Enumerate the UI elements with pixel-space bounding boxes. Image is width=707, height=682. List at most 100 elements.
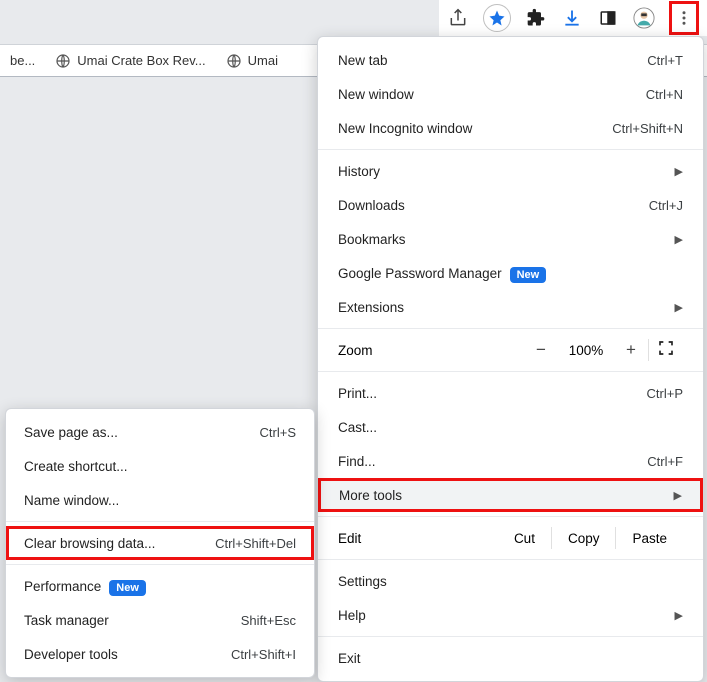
bookmark-item-3[interactable]: Umai xyxy=(216,53,288,69)
bookmark-item-label: be... xyxy=(10,53,35,68)
menu-separator xyxy=(318,516,703,517)
menu-separator xyxy=(318,559,703,560)
copy-button[interactable]: Copy xyxy=(552,531,616,546)
menu-label: Bookmarks xyxy=(338,232,667,247)
menu-shortcut: Ctrl+Shift+N xyxy=(612,121,683,136)
menu-label: Google Password ManagerNew xyxy=(338,266,683,281)
menu-label: Print... xyxy=(338,386,647,401)
zoom-label: Zoom xyxy=(338,343,524,358)
menu-label: History xyxy=(338,164,667,179)
menu-downloads[interactable]: DownloadsCtrl+J xyxy=(318,188,703,222)
profile-avatar-icon[interactable] xyxy=(633,7,655,29)
menu-label: Task manager xyxy=(24,613,241,628)
menu-label: Find... xyxy=(338,454,647,469)
zoom-in-button[interactable]: + xyxy=(614,340,648,360)
menu-history[interactable]: History ▶ xyxy=(318,154,703,188)
more-icon[interactable] xyxy=(673,7,695,29)
fullscreen-button[interactable] xyxy=(649,340,683,361)
menu-label: New window xyxy=(338,87,646,102)
menu-separator xyxy=(318,149,703,150)
menu-label: New tab xyxy=(338,53,647,68)
new-badge: New xyxy=(109,580,146,596)
submenu-create-shortcut[interactable]: Create shortcut... xyxy=(6,449,314,483)
menu-label: Cast... xyxy=(338,420,683,435)
submenu-arrow-icon: ▶ xyxy=(675,301,683,314)
menu-shortcut: Ctrl+N xyxy=(646,87,683,102)
zoom-value: 100% xyxy=(558,343,614,358)
menu-shortcut: Ctrl+F xyxy=(647,454,683,469)
menu-shortcut: Ctrl+S xyxy=(260,425,296,440)
menu-label: Help xyxy=(338,608,667,623)
menu-shortcut: Ctrl+Shift+Del xyxy=(215,536,296,551)
menu-separator xyxy=(318,371,703,372)
submenu-arrow-icon: ▶ xyxy=(675,165,683,178)
menu-shortcut: Shift+Esc xyxy=(241,613,296,628)
globe-icon xyxy=(55,53,71,69)
menu-label: Developer tools xyxy=(24,647,231,662)
menu-shortcut: Ctrl+P xyxy=(647,386,683,401)
share-icon[interactable] xyxy=(447,7,469,29)
menu-label: Exit xyxy=(338,651,683,666)
menu-settings[interactable]: Settings xyxy=(318,564,703,598)
submenu-developer-tools[interactable]: Developer toolsCtrl+Shift+I xyxy=(6,637,314,671)
menu-bookmarks[interactable]: Bookmarks ▶ xyxy=(318,222,703,256)
submenu-arrow-icon: ▶ xyxy=(675,233,683,246)
menu-label: Downloads xyxy=(338,198,649,213)
paste-button[interactable]: Paste xyxy=(616,531,683,546)
menu-label: PerformanceNew xyxy=(24,579,296,594)
menu-cast[interactable]: Cast... xyxy=(318,410,703,444)
bookmark-item-1[interactable]: be... xyxy=(0,53,45,68)
menu-label: Settings xyxy=(338,574,683,589)
download-icon[interactable] xyxy=(561,7,583,29)
menu-label: More tools xyxy=(339,488,666,503)
star-icon[interactable] xyxy=(486,7,508,29)
menu-shortcut: Ctrl+T xyxy=(647,53,683,68)
menu-extensions[interactable]: Extensions ▶ xyxy=(318,290,703,324)
menu-separator xyxy=(6,564,314,565)
menu-edit-row: Edit Cut Copy Paste xyxy=(318,521,703,555)
submenu-performance[interactable]: PerformanceNew xyxy=(6,569,314,603)
menu-separator xyxy=(318,636,703,637)
submenu-save-page[interactable]: Save page as...Ctrl+S xyxy=(6,415,314,449)
edit-label: Edit xyxy=(338,531,498,546)
zoom-out-button[interactable]: − xyxy=(524,340,558,360)
submenu-name-window[interactable]: Name window... xyxy=(6,483,314,517)
submenu-arrow-icon: ▶ xyxy=(674,489,682,502)
browser-toolbar xyxy=(439,0,707,36)
menu-help[interactable]: Help ▶ xyxy=(318,598,703,632)
extensions-icon[interactable] xyxy=(525,7,547,29)
more-tools-submenu: Save page as...Ctrl+S Create shortcut...… xyxy=(5,408,315,678)
submenu-task-manager[interactable]: Task managerShift+Esc xyxy=(6,603,314,637)
menu-separator xyxy=(318,328,703,329)
main-menu: New tabCtrl+T New windowCtrl+N New Incog… xyxy=(317,36,704,682)
menu-label: Extensions xyxy=(338,300,667,315)
submenu-clear-browsing-data[interactable]: Clear browsing data...Ctrl+Shift+Del xyxy=(6,526,314,560)
menu-new-tab[interactable]: New tabCtrl+T xyxy=(318,43,703,77)
more-menu-highlight xyxy=(669,1,699,35)
bookmark-item-label: Umai xyxy=(248,53,278,68)
star-circle xyxy=(483,4,511,32)
menu-label: Name window... xyxy=(24,493,296,508)
cut-button[interactable]: Cut xyxy=(498,531,551,546)
menu-shortcut: Ctrl+J xyxy=(649,198,683,213)
menu-label: Clear browsing data... xyxy=(24,536,215,551)
bookmark-item-2[interactable]: Umai Crate Box Rev... xyxy=(45,53,215,69)
menu-label: New Incognito window xyxy=(338,121,612,136)
menu-more-tools[interactable]: More tools ▶ xyxy=(318,478,703,512)
new-badge: New xyxy=(510,267,547,283)
menu-exit[interactable]: Exit xyxy=(318,641,703,675)
menu-zoom-row: Zoom − 100% + xyxy=(318,333,703,367)
menu-print[interactable]: Print...Ctrl+P xyxy=(318,376,703,410)
menu-new-incognito[interactable]: New Incognito windowCtrl+Shift+N xyxy=(318,111,703,145)
globe-icon xyxy=(226,53,242,69)
panel-icon[interactable] xyxy=(597,7,619,29)
menu-google-password-manager[interactable]: Google Password ManagerNew xyxy=(318,256,703,290)
menu-shortcut: Ctrl+Shift+I xyxy=(231,647,296,662)
menu-label: Save page as... xyxy=(24,425,260,440)
menu-new-window[interactable]: New windowCtrl+N xyxy=(318,77,703,111)
menu-separator xyxy=(6,521,314,522)
bookmark-item-label: Umai Crate Box Rev... xyxy=(77,53,205,68)
submenu-arrow-icon: ▶ xyxy=(675,609,683,622)
menu-find[interactable]: Find...Ctrl+F xyxy=(318,444,703,478)
menu-label: Create shortcut... xyxy=(24,459,296,474)
